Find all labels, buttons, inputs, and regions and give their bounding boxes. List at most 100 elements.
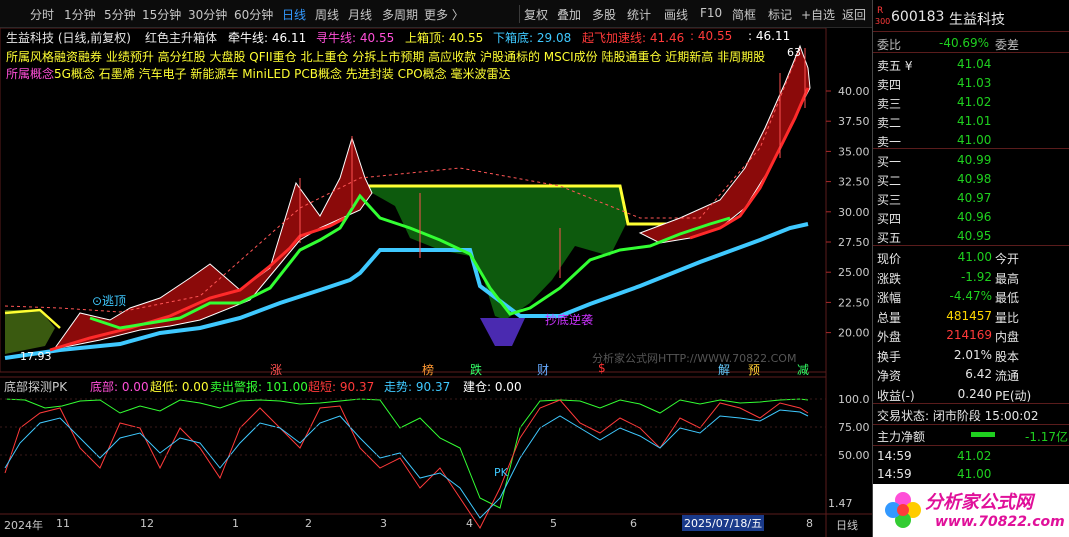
f10-button[interactable]: F10 bbox=[700, 6, 722, 20]
sub-legend-bottom: 底部: 0.00 bbox=[90, 380, 149, 394]
tick-row-2: 14:59 41.00 bbox=[877, 467, 992, 481]
sub-tick-label: 50.00 bbox=[838, 449, 870, 462]
price-tick-label: 27.50 bbox=[838, 236, 870, 249]
time-label-2: 12 bbox=[140, 517, 154, 530]
ask-row: 卖五 ¥41.04 bbox=[877, 57, 992, 73]
legend-box-top: 上箱顶: 40.55 bbox=[405, 31, 484, 45]
price-tick-label: 30.00 bbox=[838, 206, 870, 219]
time-label-7: 5 bbox=[550, 517, 557, 530]
trade-status-row: 交易状态: 闭市阶段 15:00:02 bbox=[877, 409, 1039, 423]
period-tab-week[interactable]: 周线 bbox=[315, 6, 339, 23]
period-button-bottom[interactable]: 日线 bbox=[836, 517, 858, 533]
sub-legend-short: 超短: 90.37 bbox=[308, 380, 375, 394]
legend-launch: 起飞加速线: 41.46 bbox=[582, 31, 685, 45]
back-button[interactable]: 返回 bbox=[842, 6, 866, 23]
short-line bbox=[4, 399, 809, 529]
event-mark-dollar[interactable]: $ bbox=[598, 361, 606, 375]
event-mark-die[interactable]: 跌 bbox=[470, 361, 482, 378]
ask-row: 卖四 41.03 bbox=[877, 76, 992, 92]
period-tab-60min[interactable]: 60分钟 bbox=[234, 6, 273, 23]
stat-row: 涨跌 -1.92 最高 bbox=[877, 269, 1020, 286]
sub-legend-ultralow: 超低: 0.00 bbox=[150, 380, 209, 394]
period-tab-5min[interactable]: 5分钟 bbox=[104, 6, 136, 23]
style-values: 融资融券 业绩预升 高分红股 大盘股 QFII重仓 北上重仓 分拆上市预期 高应… bbox=[54, 50, 766, 64]
price-tick-label: 22.50 bbox=[838, 296, 870, 309]
logo-url: www.70822.com bbox=[935, 514, 1065, 530]
sub-indicator-name[interactable]: 底部探测PK bbox=[4, 378, 67, 395]
watermark-text: 分析家公式网HTTP://WWW.70822.COM bbox=[592, 352, 797, 365]
sell-alert-line bbox=[4, 398, 809, 509]
indicator-name[interactable]: 红色主升箱体 bbox=[145, 29, 217, 46]
multi-stock-button[interactable]: 多股 bbox=[592, 6, 616, 23]
price-tick-label: 35.00 bbox=[838, 145, 870, 158]
site-logo: 分析家公式网 www.70822.com bbox=[873, 484, 1069, 537]
trend-sub-line bbox=[4, 409, 809, 519]
period-toolbar: 分时 1分钟 5分钟 15分钟 30分钟 60分钟 日线 周线 月线 多周期 更… bbox=[0, 0, 872, 28]
bid-row: 买五 40.95 bbox=[877, 229, 992, 245]
stock-code: 600183 bbox=[891, 9, 945, 25]
logo-text: 分析家公式网 bbox=[925, 492, 1033, 513]
event-mark-jian[interactable]: 减 bbox=[797, 361, 809, 378]
bottom-copy-label: 抄底逆袭 bbox=[545, 313, 594, 327]
event-mark-cai[interactable]: 财 bbox=[537, 361, 549, 378]
tick-row-1: 14:59 41.02 bbox=[877, 449, 992, 463]
legend-qianniu: 牵牛线: 46.11 bbox=[228, 31, 307, 45]
bid-row: 买三 40.97 bbox=[877, 191, 992, 207]
bid-row: 买一 40.99 bbox=[877, 153, 992, 169]
legend-box-bottom: 下箱底: 29.08 bbox=[493, 31, 572, 45]
stat-row: 现价 41.00 今开 bbox=[877, 250, 1020, 266]
legend-xunniu: 寻牛线: 40.55 bbox=[316, 31, 395, 45]
toolbar-divider bbox=[519, 5, 520, 23]
period-tab-1min[interactable]: 1分钟 bbox=[64, 6, 96, 23]
time-label-6: 4 bbox=[466, 517, 473, 530]
low-price-label: 17.93 bbox=[20, 350, 52, 363]
period-tab-30min[interactable]: 30分钟 bbox=[188, 6, 227, 23]
ask-row: 卖三 41.02 bbox=[877, 95, 992, 111]
simple-frame-button[interactable]: 简框 bbox=[732, 6, 756, 23]
sub-tick-label: 100.0 bbox=[838, 393, 870, 406]
stock-title: 生益科技 (日线,前复权) bbox=[6, 31, 131, 45]
cursor-date: 2025/07/18/五 bbox=[682, 515, 765, 531]
badge-300: 300 bbox=[875, 17, 891, 26]
adjust-button[interactable]: 复权 bbox=[524, 6, 548, 23]
price-axis: 40.00 37.50 35.00 32.50 30.00 27.50 25.00 22.50… bbox=[826, 85, 870, 340]
overlay-button[interactable]: 叠加 bbox=[557, 6, 581, 23]
draw-line-button[interactable]: 画线 bbox=[664, 6, 688, 23]
price-tick-label: 20.00 bbox=[838, 327, 870, 340]
ask-row: 卖一 41.00 bbox=[877, 133, 992, 149]
badge-r: R bbox=[877, 6, 884, 16]
net-flow-row: 主力净额 -1.17亿 bbox=[877, 430, 1069, 444]
period-tab-day[interactable]: 日线 bbox=[282, 6, 306, 23]
period-tab-fenshi[interactable]: 分时 bbox=[30, 6, 54, 23]
period-tab-multi[interactable]: 多周期 bbox=[382, 6, 418, 23]
sub-tick-label: 75.00 bbox=[838, 421, 870, 434]
concept-values: 5G概念 石墨烯 汽车电子 新能源车 MiniLED PCB概念 先进封装 CP… bbox=[54, 67, 511, 81]
stat-row: 收益(-) 0.240 PE(动) bbox=[877, 386, 1032, 403]
period-tab-15min[interactable]: 15分钟 bbox=[142, 6, 181, 23]
period-tab-more[interactable]: 更多 〉 bbox=[424, 6, 464, 23]
price-tick-label: 40.00 bbox=[838, 85, 870, 98]
mark-button[interactable]: 标记 bbox=[768, 6, 792, 23]
weibi-row: 委比 -40.69% 委差 bbox=[877, 36, 1020, 52]
event-mark-bang[interactable]: 榜 bbox=[422, 361, 434, 378]
event-mark-zhang[interactable]: 涨 bbox=[270, 361, 282, 378]
quote-panel: R 300 600183 生益科技 委比 -40.69% 委差 卖五 ¥41.0… bbox=[872, 0, 1069, 537]
kline-chart[interactable]: 40.00 37.50 35.00 32.50 30.00 27.50 25.00 22.50… bbox=[0, 28, 872, 537]
stock-name: 生益科技 bbox=[949, 12, 1005, 28]
add-watchlist-button[interactable]: +自选 bbox=[801, 6, 835, 23]
price-tick-label: 37.50 bbox=[838, 115, 870, 128]
time-label-3: 1 bbox=[232, 517, 239, 530]
pk-label: PK bbox=[494, 466, 508, 479]
style-label: 所属风格 bbox=[6, 50, 55, 64]
stats-button[interactable]: 统计 bbox=[627, 6, 651, 23]
event-mark-jie[interactable]: 解 bbox=[718, 361, 730, 378]
stat-row: 净资 6.42 流通 bbox=[877, 367, 1020, 383]
sub-legend-sell-alert: 卖出警报: 101.00 bbox=[210, 380, 308, 394]
time-label-0: 2024年 bbox=[4, 519, 43, 532]
legend-value-a: : 40.55 bbox=[690, 29, 733, 43]
event-mark-yu[interactable]: 预 bbox=[748, 361, 760, 378]
ask-row: 卖二 41.01 bbox=[877, 114, 992, 130]
chart-area[interactable]: 40.00 37.50 35.00 32.50 30.00 27.50 25.00 22.50… bbox=[0, 28, 872, 537]
net-flow-bar bbox=[971, 432, 995, 437]
period-tab-month[interactable]: 月线 bbox=[348, 6, 372, 23]
